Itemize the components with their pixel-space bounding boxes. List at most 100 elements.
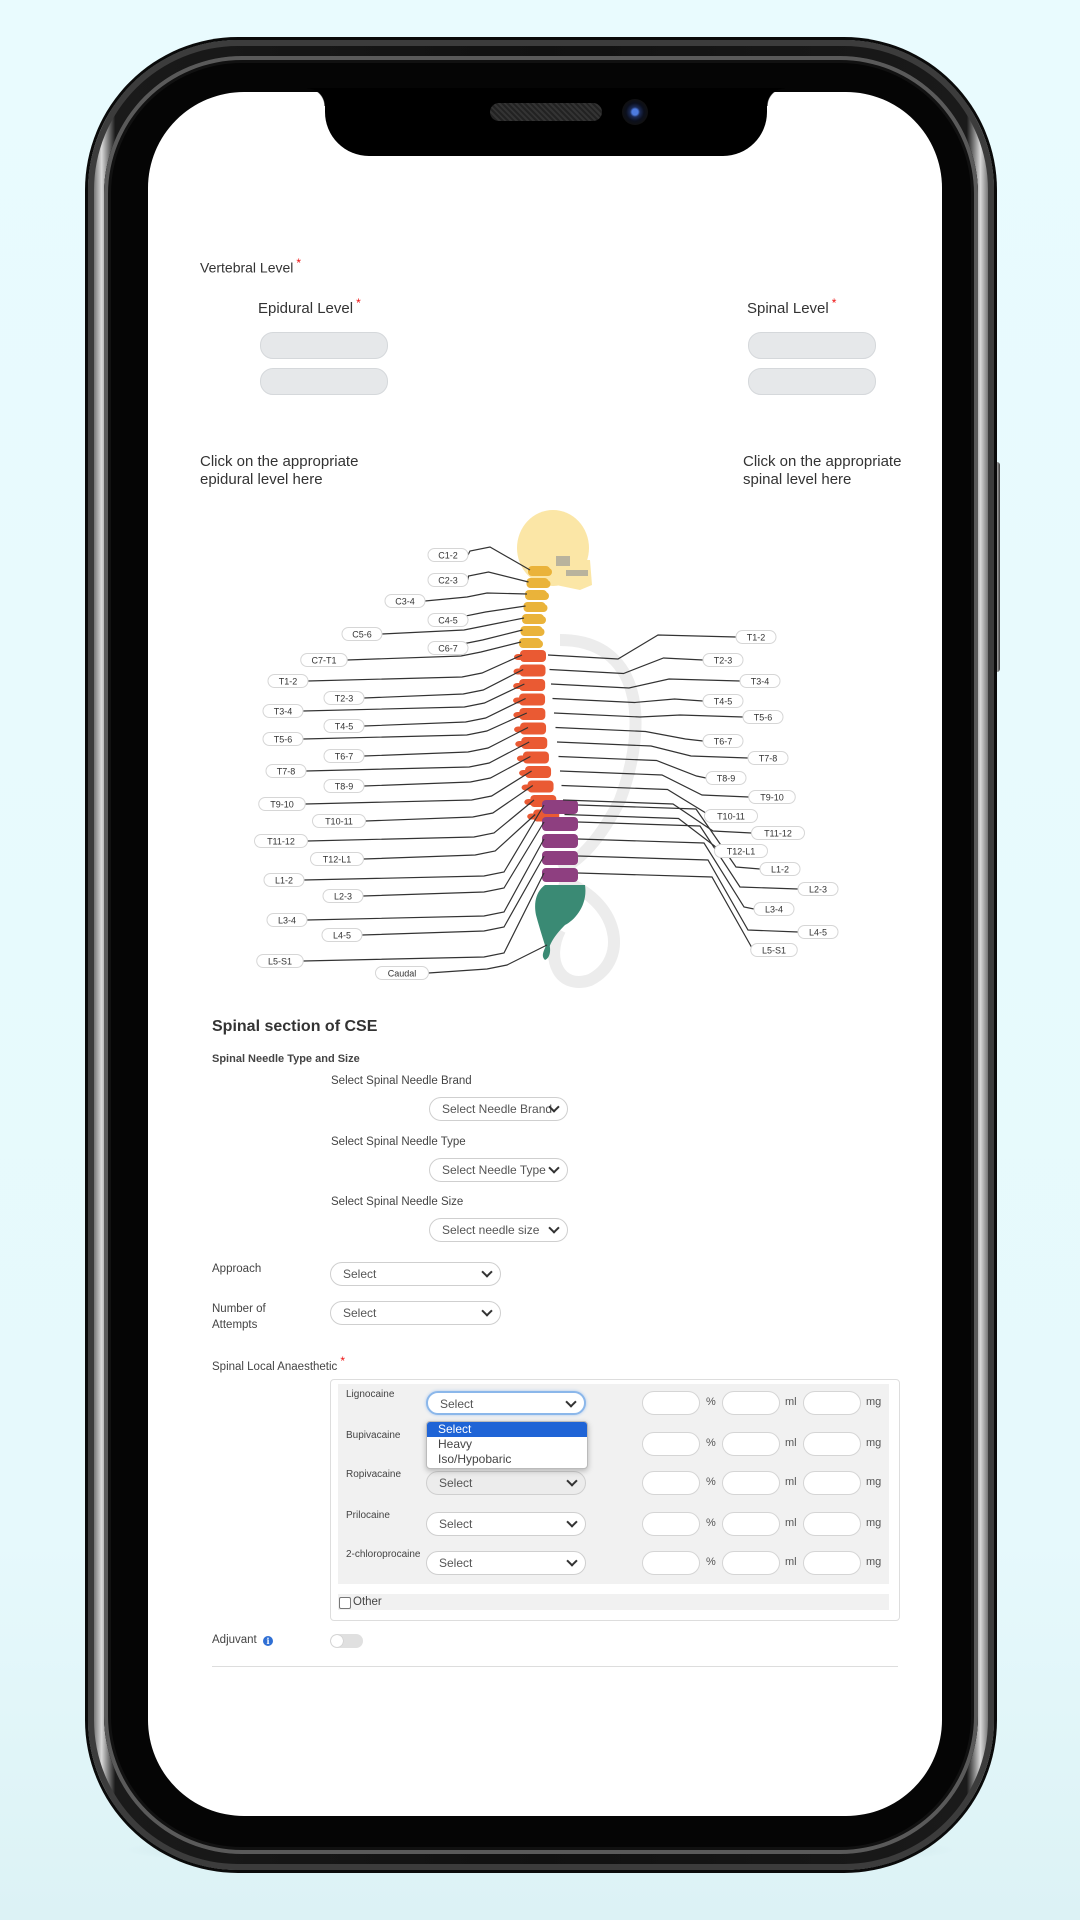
level-label-left-l2-3[interactable]: L2-3 xyxy=(322,889,364,903)
level-label-text[interactable]: C3-4 xyxy=(395,596,415,606)
level-label-text[interactable]: T10-11 xyxy=(717,811,745,821)
mg-input-2-chloroprocaine[interactable] xyxy=(803,1551,861,1575)
needle-type-select[interactable]: Select Needle Type xyxy=(429,1158,568,1182)
mg-input-bupivacaine[interactable] xyxy=(803,1432,861,1456)
level-label-right-t11-12[interactable]: T11-12 xyxy=(751,826,805,840)
level-label-right-t5-6[interactable]: T5-6 xyxy=(742,710,784,724)
level-label-left-t7-8[interactable]: T7-8 xyxy=(265,764,307,778)
level-label-text[interactable]: T9-10 xyxy=(270,799,294,809)
level-label-text[interactable]: T1-2 xyxy=(279,676,298,686)
level-label-right-t1-2[interactable]: T1-2 xyxy=(735,630,777,644)
level-label-right-t9-10[interactable]: T9-10 xyxy=(748,790,796,804)
level-label-left-t6-7[interactable]: T6-7 xyxy=(323,749,365,763)
drug-select-lignocaine[interactable]: Select xyxy=(426,1391,586,1415)
level-label-text[interactable]: L3-4 xyxy=(278,915,296,925)
level-label-text[interactable]: T2-3 xyxy=(335,693,354,703)
level-label-right-l1-2[interactable]: L1-2 xyxy=(759,862,801,876)
ml-input-2-chloroprocaine[interactable] xyxy=(722,1551,780,1575)
level-label-text[interactable]: C5-6 xyxy=(352,629,372,639)
level-label-right-t2-3[interactable]: T2-3 xyxy=(702,653,744,667)
level-label-left-t5-6[interactable]: T5-6 xyxy=(262,732,304,746)
percent-input-2-chloroprocaine[interactable] xyxy=(642,1551,700,1575)
level-label-text[interactable]: C7-T1 xyxy=(311,655,336,665)
level-label-left-c2-3[interactable]: C2-3 xyxy=(427,573,469,587)
level-label-text[interactable]: T6-7 xyxy=(714,736,733,746)
level-label-text[interactable]: T4-5 xyxy=(714,696,733,706)
level-label-text[interactable]: T8-9 xyxy=(717,773,736,783)
level-label-text[interactable]: T3-4 xyxy=(274,706,293,716)
level-label-text[interactable]: L5-S1 xyxy=(762,945,786,955)
level-label-text[interactable]: C1-2 xyxy=(438,550,458,560)
level-label-left-t11-12[interactable]: T11-12 xyxy=(254,834,308,848)
level-label-text[interactable]: L1-2 xyxy=(275,875,293,885)
epidural-level-field-1[interactable] xyxy=(260,332,388,359)
ml-input-lignocaine[interactable] xyxy=(722,1391,780,1415)
level-label-left-t12-l1[interactable]: T12-L1 xyxy=(310,852,364,866)
level-label-text[interactable]: L1-2 xyxy=(771,864,789,874)
level-label-left-c3-4[interactable]: C3-4 xyxy=(384,594,426,608)
needle-brand-select[interactable]: Select Needle Brand xyxy=(429,1097,568,1121)
level-label-text[interactable]: T2-3 xyxy=(714,655,733,665)
level-label-right-t8-9[interactable]: T8-9 xyxy=(705,771,747,785)
level-label-right-l4-5[interactable]: L4-5 xyxy=(797,925,839,939)
dropdown-option-select[interactable]: Select xyxy=(427,1422,587,1437)
level-label-left-caudal[interactable]: Caudal xyxy=(375,966,429,980)
level-label-text[interactable]: T9-10 xyxy=(760,792,784,802)
level-label-left-t1-2[interactable]: T1-2 xyxy=(267,674,309,688)
level-label-left-t3-4[interactable]: T3-4 xyxy=(262,704,304,718)
level-label-text[interactable]: T11-12 xyxy=(764,828,792,838)
level-label-text[interactable]: C4-5 xyxy=(438,615,458,625)
level-label-left-l5-s1[interactable]: L5-S1 xyxy=(256,954,304,968)
level-label-left-c7-t1[interactable]: C7-T1 xyxy=(300,653,348,667)
level-label-text[interactable]: T12-L1 xyxy=(727,846,756,856)
level-label-text[interactable]: T1-2 xyxy=(747,632,766,642)
approach-select[interactable]: Select xyxy=(330,1262,501,1286)
level-label-right-t3-4[interactable]: T3-4 xyxy=(739,674,781,688)
level-label-text[interactable]: L4-5 xyxy=(809,927,827,937)
level-label-left-l1-2[interactable]: L1-2 xyxy=(263,873,305,887)
level-label-text[interactable]: L2-3 xyxy=(809,884,827,894)
level-label-text[interactable]: T6-7 xyxy=(335,751,354,761)
ml-input-prilocaine[interactable] xyxy=(722,1512,780,1536)
mg-input-ropivacaine[interactable] xyxy=(803,1471,861,1495)
level-label-text[interactable]: T4-5 xyxy=(335,721,354,731)
percent-input-prilocaine[interactable] xyxy=(642,1512,700,1536)
spinal-level-field-1[interactable] xyxy=(748,332,876,359)
level-label-text[interactable]: T11-12 xyxy=(267,836,295,846)
level-label-text[interactable]: C6-7 xyxy=(438,643,458,653)
needle-size-select[interactable]: Select needle size xyxy=(429,1218,568,1242)
level-label-left-c5-6[interactable]: C5-6 xyxy=(341,627,383,641)
adjuvant-toggle[interactable] xyxy=(330,1634,363,1648)
level-label-left-c4-5[interactable]: C4-5 xyxy=(427,613,469,627)
level-label-right-l3-4[interactable]: L3-4 xyxy=(753,902,795,916)
dropdown-option-heavy[interactable]: Heavy xyxy=(427,1437,587,1452)
level-label-left-c6-7[interactable]: C6-7 xyxy=(427,641,469,655)
level-label-left-t10-11[interactable]: T10-11 xyxy=(312,814,366,828)
level-label-text[interactable]: L4-5 xyxy=(333,930,351,940)
level-label-right-t10-11[interactable]: T10-11 xyxy=(704,809,758,823)
info-icon[interactable]: i xyxy=(263,1636,273,1646)
level-label-left-c1-2[interactable]: C1-2 xyxy=(427,548,469,562)
level-label-left-t4-5[interactable]: T4-5 xyxy=(323,719,365,733)
level-label-text[interactable]: T7-8 xyxy=(277,766,296,776)
level-label-text[interactable]: T5-6 xyxy=(274,734,293,744)
level-label-text[interactable]: L5-S1 xyxy=(268,956,292,966)
drug-select-ropivacaine[interactable]: Select xyxy=(426,1471,586,1495)
ml-input-ropivacaine[interactable] xyxy=(722,1471,780,1495)
level-label-text[interactable]: T10-11 xyxy=(325,816,353,826)
drug-select-prilocaine[interactable]: Select xyxy=(426,1512,586,1536)
mg-input-lignocaine[interactable] xyxy=(803,1391,861,1415)
level-label-text[interactable]: C2-3 xyxy=(438,575,458,585)
spinal-level-field-2[interactable] xyxy=(748,368,876,395)
level-label-right-t6-7[interactable]: T6-7 xyxy=(702,734,744,748)
percent-input-lignocaine[interactable] xyxy=(642,1391,700,1415)
level-label-right-t4-5[interactable]: T4-5 xyxy=(702,694,744,708)
level-label-left-t8-9[interactable]: T8-9 xyxy=(323,779,365,793)
level-label-text[interactable]: Caudal xyxy=(388,968,417,978)
percent-input-ropivacaine[interactable] xyxy=(642,1471,700,1495)
level-label-text[interactable]: T7-8 xyxy=(759,753,778,763)
level-label-left-t9-10[interactable]: T9-10 xyxy=(258,797,306,811)
level-label-text[interactable]: T5-6 xyxy=(754,712,773,722)
level-label-text[interactable]: L3-4 xyxy=(765,904,783,914)
dropdown-option-iso-hypobaric[interactable]: Iso/Hypobaric xyxy=(427,1452,587,1467)
